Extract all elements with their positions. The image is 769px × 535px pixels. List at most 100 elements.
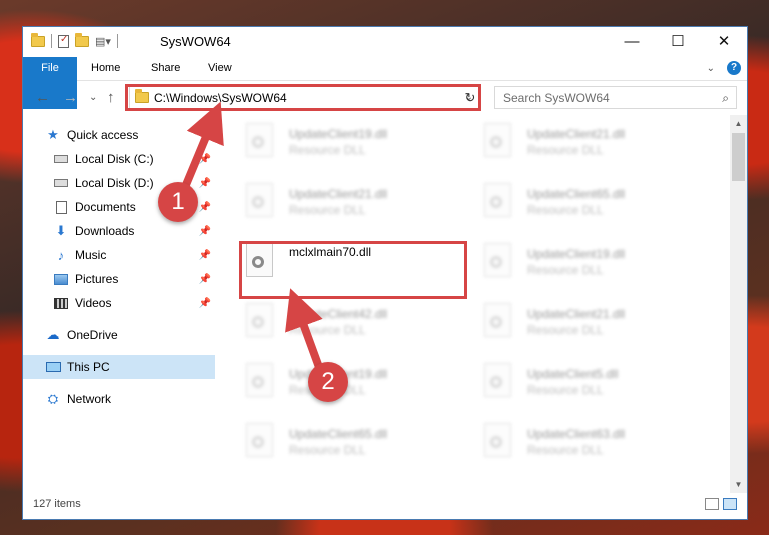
- help-icon[interactable]: ?: [727, 61, 741, 75]
- file-item[interactable]: UpdateClient19.dll Resource DLL: [223, 117, 453, 169]
- pin-icon[interactable]: 📌: [199, 298, 211, 309]
- customize-toolbar-icon[interactable]: ▤▾: [95, 35, 111, 48]
- quick-access-toolbar: ▤▾: [31, 32, 118, 48]
- address-bar-highlight: [125, 84, 481, 111]
- sidebar-item-label: Documents: [75, 200, 136, 214]
- file-item[interactable]: UpdateClient65.dll Resource DLL: [223, 417, 453, 469]
- file-item[interactable]: UpdateClient5.dll Resource DLL: [461, 357, 691, 409]
- file-item[interactable]: UpdateClient21.dll Resource DLL: [461, 297, 691, 349]
- sidebar-item-label: Music: [75, 248, 107, 262]
- file-item[interactable]: UpdateClient65.dll Resource DLL: [461, 177, 691, 229]
- pin-icon[interactable]: 📌: [199, 250, 211, 261]
- ribbon-controls: ⌄ ?: [707, 61, 741, 75]
- sidebar-item-music[interactable]: ♪ Music 📌: [23, 243, 215, 267]
- sidebar-item-label: Quick access: [67, 128, 139, 142]
- close-button[interactable]: ✕: [701, 27, 747, 55]
- dll-file-icon: [246, 423, 273, 457]
- file-item[interactable]: UpdateClient21.dll Resource DLL: [223, 177, 453, 229]
- sidebar-item-label: Downloads: [75, 224, 135, 238]
- sidebar-item-label: This PC: [67, 360, 110, 374]
- pin-icon[interactable]: 📌: [199, 202, 211, 213]
- details-view-icon[interactable]: [705, 498, 719, 510]
- dll-file-icon: [246, 183, 273, 217]
- file-item[interactable]: UpdateClient21.dll Resource DLL: [461, 117, 691, 169]
- step-2-badge: 2: [308, 362, 348, 402]
- file-name: UpdateClient19.dll: [289, 127, 388, 141]
- file-item[interactable]: UpdateClient63.dll Resource DLL: [461, 417, 691, 469]
- file-name: UpdateClient21.dll: [289, 187, 388, 201]
- dll-file-icon: [484, 303, 511, 337]
- this-pc-icon: [45, 360, 61, 374]
- window-controls: — ☐ ✕: [609, 27, 747, 55]
- documents-icon: [53, 200, 69, 214]
- file-name: UpdateClient5.dll: [527, 367, 619, 381]
- dll-file-icon: [246, 363, 273, 397]
- sidebar-item-label: OneDrive: [67, 328, 118, 342]
- file-list: UpdateClient19.dll Resource DLL UpdateCl…: [223, 117, 728, 492]
- item-count: 127 items: [33, 498, 81, 510]
- sidebar-item-quick-access[interactable]: ★ Quick access: [23, 123, 215, 147]
- tab-share[interactable]: Share: [139, 57, 192, 80]
- sidebar-item-pictures[interactable]: Pictures 📌: [23, 267, 215, 291]
- pin-icon[interactable]: 📌: [199, 178, 211, 189]
- minimize-button[interactable]: —: [609, 27, 655, 55]
- new-folder-icon[interactable]: [75, 32, 89, 47]
- sidebar-item-label: Videos: [75, 296, 112, 310]
- pin-icon[interactable]: 📌: [199, 226, 211, 237]
- large-icons-view-icon[interactable]: [723, 498, 737, 510]
- navigation-pane: ★ Quick access Local Disk (C:) 📌 Local D…: [23, 117, 215, 492]
- recent-locations-chevron-icon[interactable]: ⌄: [89, 92, 97, 103]
- file-highlight: [239, 241, 467, 299]
- dll-file-icon: [246, 123, 273, 157]
- sidebar-item-label: Pictures: [75, 272, 119, 286]
- file-item[interactable]: UpdateClient42.dll Resource DLL: [223, 297, 453, 349]
- search-placeholder: Search SysWOW64: [503, 91, 610, 105]
- file-item[interactable]: UpdateClient19.dll Resource DLL: [461, 237, 691, 289]
- vertical-scrollbar[interactable]: ▲ ▼: [730, 115, 747, 493]
- file-name: UpdateClient42.dll: [289, 307, 388, 321]
- up-arrow-icon[interactable]: ↑: [107, 89, 115, 106]
- maximize-button[interactable]: ☐: [655, 27, 701, 55]
- drive-icon: [53, 176, 69, 190]
- file-type: Resource DLL: [527, 203, 604, 217]
- sidebar-item-label: Local Disk (C:): [75, 152, 154, 166]
- tab-home[interactable]: Home: [79, 57, 132, 80]
- forward-arrow-icon[interactable]: →: [63, 89, 78, 106]
- step-1-badge: 1: [158, 182, 198, 222]
- file-type: Resource DLL: [527, 323, 604, 337]
- sidebar-item-label: Local Disk (D:): [75, 176, 154, 190]
- file-type: Resource DLL: [289, 323, 366, 337]
- sidebar-item-onedrive[interactable]: ☁ OneDrive: [23, 323, 215, 347]
- folder-icon: [31, 32, 45, 47]
- tab-view[interactable]: View: [196, 57, 244, 80]
- search-input[interactable]: Search SysWOW64 ⌕: [494, 86, 737, 109]
- file-name: UpdateClient21.dll: [527, 307, 626, 321]
- file-type: Resource DLL: [527, 383, 604, 397]
- sidebar-item-network[interactable]: ⛭ Network: [23, 387, 215, 411]
- file-type: Resource DLL: [289, 143, 366, 157]
- star-icon: ★: [47, 127, 59, 142]
- dll-file-icon: [246, 303, 273, 337]
- properties-icon[interactable]: [58, 34, 69, 48]
- back-arrow-icon[interactable]: ←: [35, 89, 50, 106]
- downloads-icon: ⬇: [55, 223, 67, 238]
- status-bar: 127 items: [23, 491, 747, 519]
- search-icon[interactable]: ⌕: [722, 91, 729, 106]
- view-toggle: [705, 498, 737, 510]
- drive-icon: [53, 152, 69, 166]
- pictures-icon: [53, 272, 69, 286]
- pin-icon[interactable]: 📌: [199, 274, 211, 285]
- file-name: UpdateClient65.dll: [289, 427, 388, 441]
- sidebar-item-this-pc[interactable]: This PC: [23, 355, 215, 379]
- dll-file-icon: [484, 123, 511, 157]
- scroll-up-icon[interactable]: ▲: [730, 115, 747, 132]
- dll-file-icon: [484, 363, 511, 397]
- scrollbar-thumb[interactable]: [732, 133, 745, 181]
- sidebar-item-videos[interactable]: Videos 📌: [23, 291, 215, 315]
- file-type: Resource DLL: [527, 143, 604, 157]
- pin-icon[interactable]: 📌: [199, 154, 211, 165]
- dll-file-icon: [484, 183, 511, 217]
- expand-ribbon-icon[interactable]: ⌄: [707, 63, 715, 74]
- sidebar-item-downloads[interactable]: ⬇ Downloads 📌: [23, 219, 215, 243]
- sidebar-item-local-disk-c[interactable]: Local Disk (C:) 📌: [23, 147, 215, 171]
